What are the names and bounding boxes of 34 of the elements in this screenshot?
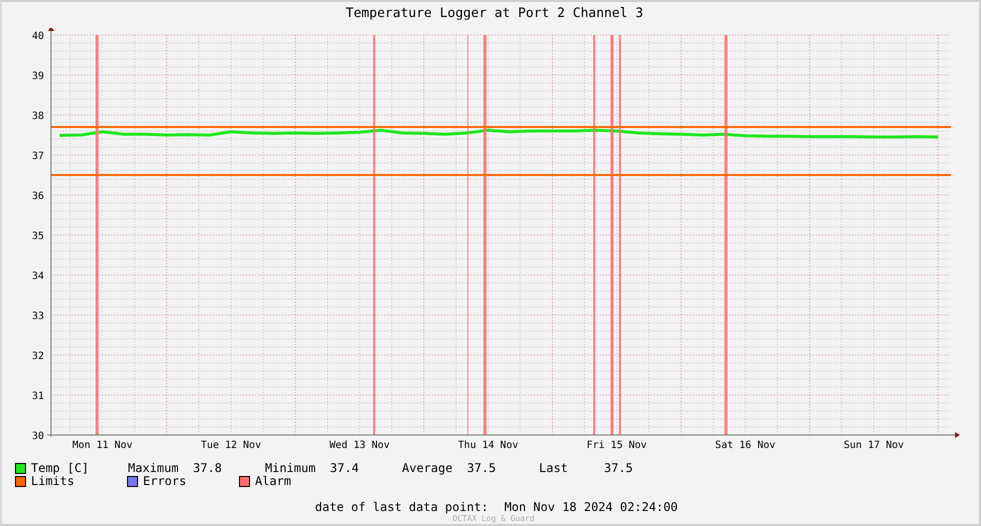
y-tick-label: 34 [32, 271, 44, 282]
x-tick-label: Mon 11 Nov [72, 440, 133, 451]
stat-value: 37.5 [467, 462, 496, 475]
x-tick-label: Sat 16 Nov [715, 440, 776, 451]
stat-label: Last [539, 462, 569, 475]
x-tick-label: Thu 14 Nov [458, 440, 518, 451]
y-tick-label: 33 [32, 311, 44, 322]
stat-value: 37.8 [193, 462, 222, 475]
y-tick-label: 40 [32, 31, 44, 42]
y-tick-label: 31 [32, 391, 44, 402]
legend-label: Errors [143, 475, 186, 488]
y-tick-label: 36 [32, 191, 44, 202]
y-tick-label: 37 [32, 151, 44, 162]
x-tick-label: Tue 12 Nov [200, 440, 262, 451]
y-tick-label: 32 [32, 351, 44, 362]
stat-label: Maximum [128, 462, 180, 475]
stat-value: 37.4 [330, 462, 359, 475]
x-tick-label: Wed 13 Nov [329, 440, 390, 451]
last-data-value: Mon Nov 18 2024 02:24:00 [504, 500, 678, 514]
x-tick-label: Sun 17 Nov [844, 440, 904, 451]
legend-label: Limits [31, 475, 74, 488]
legend-label: Temp [C] [31, 462, 89, 475]
legend-label: Alarm [255, 475, 292, 488]
credit-text: OCTAX Log & Guard [452, 514, 536, 524]
x-tick-label: Fri 15 Nov [586, 440, 647, 451]
chart-title: Temperature Logger at Port 2 Channel 3 [344, 5, 644, 23]
stat-label: Minimum [265, 462, 317, 475]
last-data-label: date of last data point: [315, 500, 488, 514]
y-tick-label: 30 [32, 431, 44, 442]
y-tick-label: 39 [32, 71, 44, 82]
y-tick-label: 38 [32, 111, 44, 122]
stat-value: 37.5 [604, 462, 633, 475]
y-tick-label: 35 [32, 231, 44, 242]
stat-label: Average [402, 462, 454, 475]
